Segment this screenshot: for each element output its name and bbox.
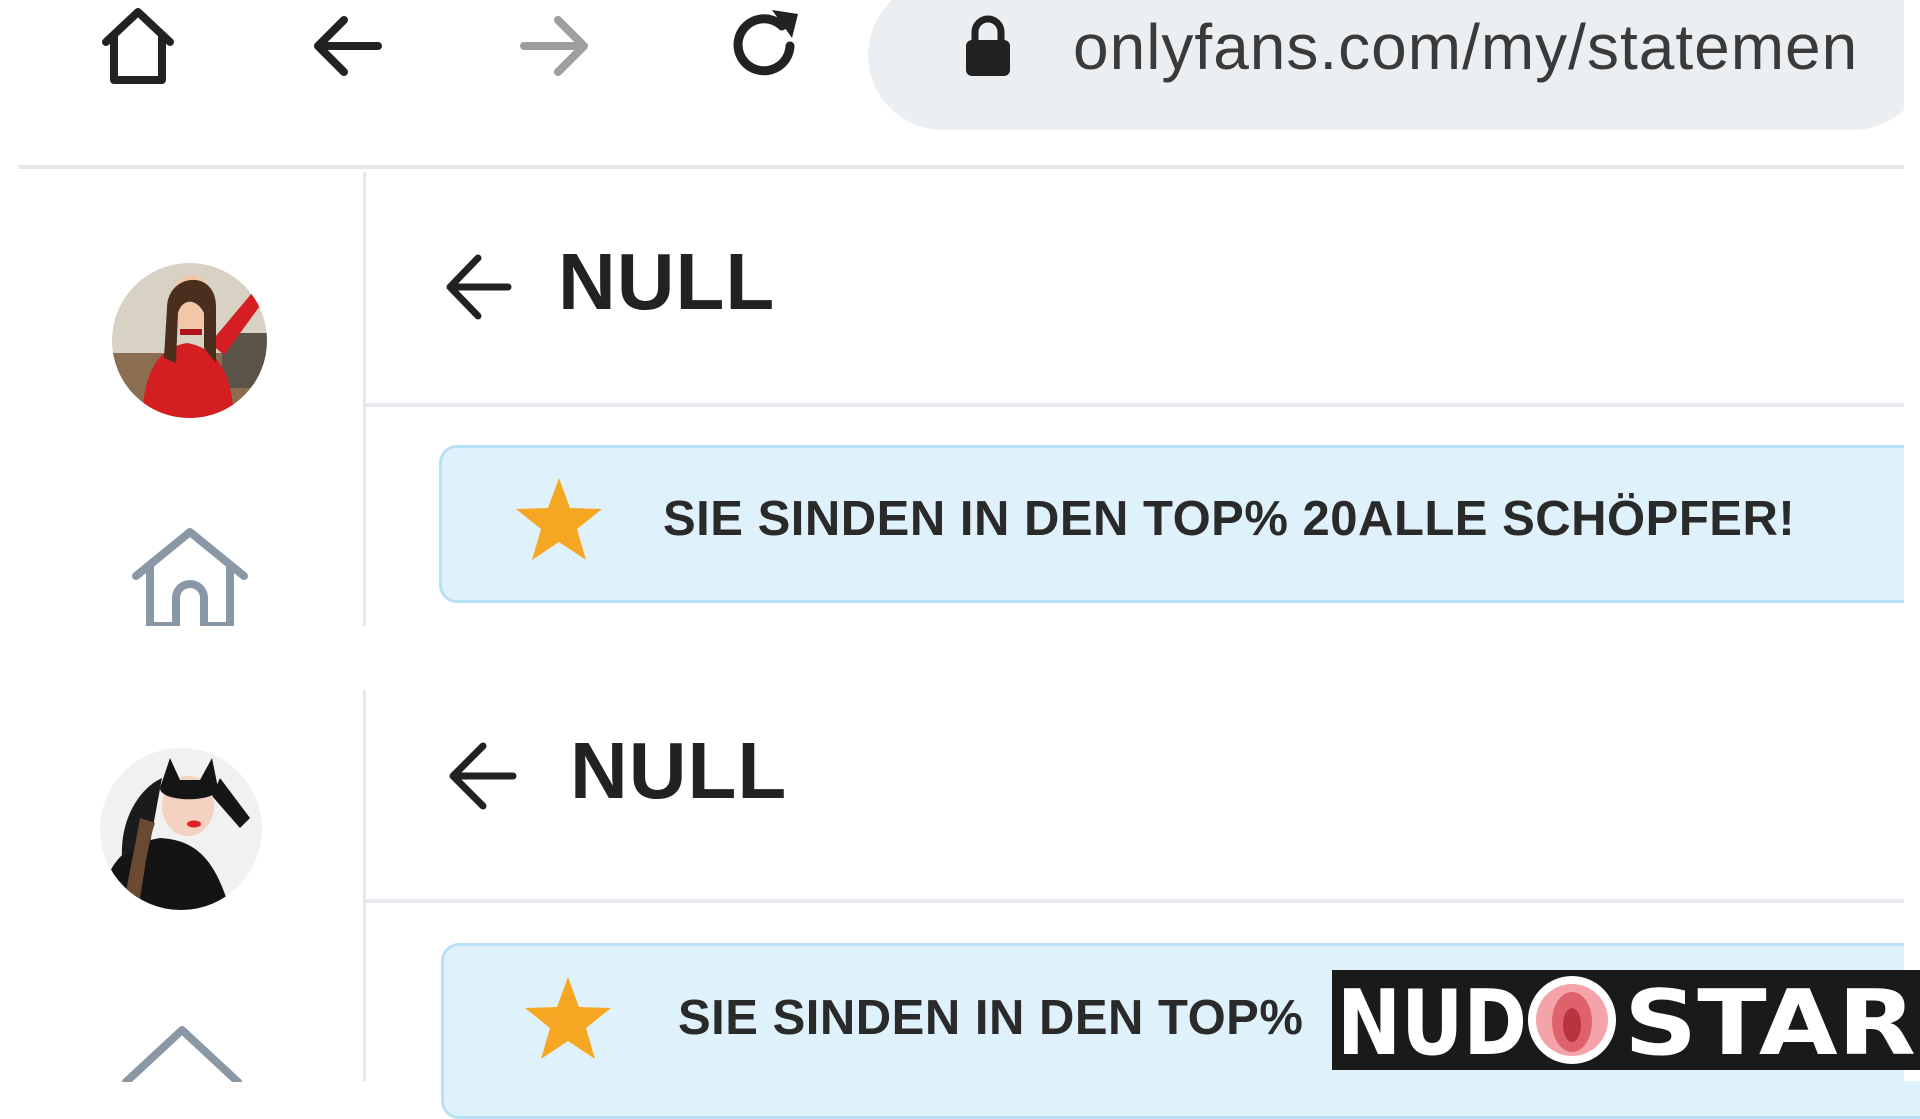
header-divider <box>366 899 1904 903</box>
lock-icon <box>963 12 1013 78</box>
separator <box>0 626 1920 688</box>
star-icon <box>523 975 613 1061</box>
sidebar-divider <box>363 690 366 1081</box>
page-title: NULL <box>558 237 776 326</box>
page-title: NULL <box>570 726 788 815</box>
home-icon[interactable] <box>96 4 180 86</box>
toolbar-divider <box>18 165 1904 169</box>
reload-icon[interactable] <box>726 6 806 86</box>
forward-icon[interactable] <box>518 14 594 78</box>
header-divider <box>366 403 1904 407</box>
banner-text: SIE SINDEN IN DEN TOP% 20ALLE SCHÖPFER! <box>663 492 1796 546</box>
edge-strip <box>1904 0 1920 1081</box>
back-icon[interactable] <box>308 14 384 78</box>
star-icon <box>514 476 604 562</box>
avatar[interactable] <box>112 263 267 418</box>
home-icon[interactable] <box>130 524 250 626</box>
browser-toolbar: onlyfans.com/my/statemen <box>0 0 1920 165</box>
svg-text:NUD: NUD <box>1337 971 1527 1070</box>
back-arrow-icon[interactable] <box>440 252 514 322</box>
svg-text:STAR: STAR <box>1624 971 1916 1070</box>
banner-text: SIE SINDEN IN DEN TOP% <box>678 991 1304 1045</box>
url-text[interactable]: onlyfans.com/my/statemen <box>1073 10 1858 84</box>
nudostar-logo: NUD STAR <box>1332 970 1920 1076</box>
home-icon[interactable] <box>120 1022 244 1082</box>
back-arrow-icon[interactable] <box>443 740 519 812</box>
sidebar-divider <box>363 172 366 626</box>
avatar[interactable] <box>100 748 262 910</box>
